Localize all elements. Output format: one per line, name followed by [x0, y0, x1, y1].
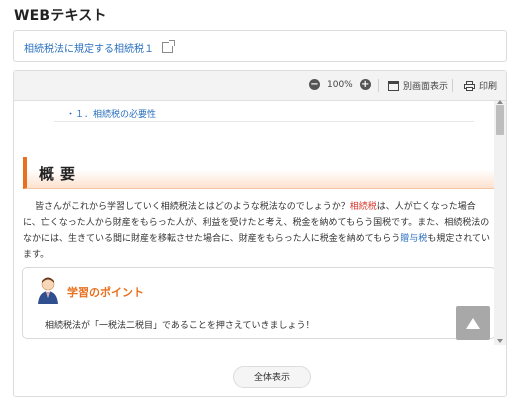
external-link-icon: [162, 40, 175, 53]
document-content: ・１．相続税の必要性 概要 皆さんがこれから学習していく相続税法とはどのような税…: [14, 101, 494, 345]
scroll-up-arrow-icon[interactable]: [497, 100, 503, 104]
zoom-controls: − 100% +: [309, 79, 371, 90]
popout-button[interactable]: 別画面表示: [388, 79, 448, 92]
section-title: 概要: [39, 165, 82, 183]
page-title: WEBテキスト: [14, 8, 107, 24]
scroll-down-arrow-icon[interactable]: [497, 339, 503, 343]
document-viewer: − 100% + 別画面表示 印刷 ・１．相続税の必要性 概要 皆さんがこれから…: [13, 70, 507, 397]
learning-point-title: 学習のポイント: [67, 286, 144, 299]
learning-point-box: 学習のポイント 相続税法が「一税法二税目」であることを押さえていきましょう！: [22, 267, 494, 339]
text-link-label: 相続税法に規定する相続税１: [24, 44, 154, 55]
section-heading: 概要: [23, 157, 494, 189]
toc-divider: [54, 121, 474, 122]
zoom-out-icon[interactable]: −: [309, 79, 320, 90]
toc-item[interactable]: ・１．相続税の必要性: [66, 107, 156, 120]
text-link[interactable]: 相続税法に規定する相続税１: [24, 40, 175, 55]
vertical-scrollbar[interactable]: [494, 100, 506, 345]
popout-label: 別画面表示: [403, 82, 449, 92]
keyword-link[interactable]: 相続税: [350, 202, 377, 212]
window-icon: [388, 80, 399, 91]
arrow-up-icon: [466, 317, 480, 329]
scroll-top-button[interactable]: [456, 306, 490, 340]
zoom-in-icon[interactable]: +: [359, 79, 371, 90]
print-button[interactable]: 印刷: [464, 79, 497, 92]
link-box: 相続税法に規定する相続税１: [13, 30, 507, 62]
learning-point-header: 学習のポイント: [23, 268, 494, 308]
toolbar-divider: [378, 79, 379, 92]
scrollbar-thumb[interactable]: [496, 105, 504, 135]
para-text: 皆さんがこれから学習していく相続税法とはどのような税法なのでしょうか？: [35, 202, 350, 212]
toolbar-divider: [452, 79, 453, 92]
keyword-link[interactable]: 贈与税: [400, 234, 427, 244]
full-view-button[interactable]: 全体表示: [233, 366, 311, 388]
body-paragraph: 皆さんがこれから学習していく相続税法とはどのような税法なのでしょうか？相続税は、…: [23, 199, 493, 263]
print-label: 印刷: [479, 82, 498, 92]
printer-icon: [464, 80, 475, 91]
zoom-level: 100%: [327, 79, 353, 90]
viewer-toolbar: − 100% + 別画面表示 印刷: [14, 71, 506, 101]
learning-point-text: 相続税法が「一税法二税目」であることを押さえていきましょう！: [45, 321, 315, 331]
teacher-avatar-icon: [38, 277, 58, 304]
